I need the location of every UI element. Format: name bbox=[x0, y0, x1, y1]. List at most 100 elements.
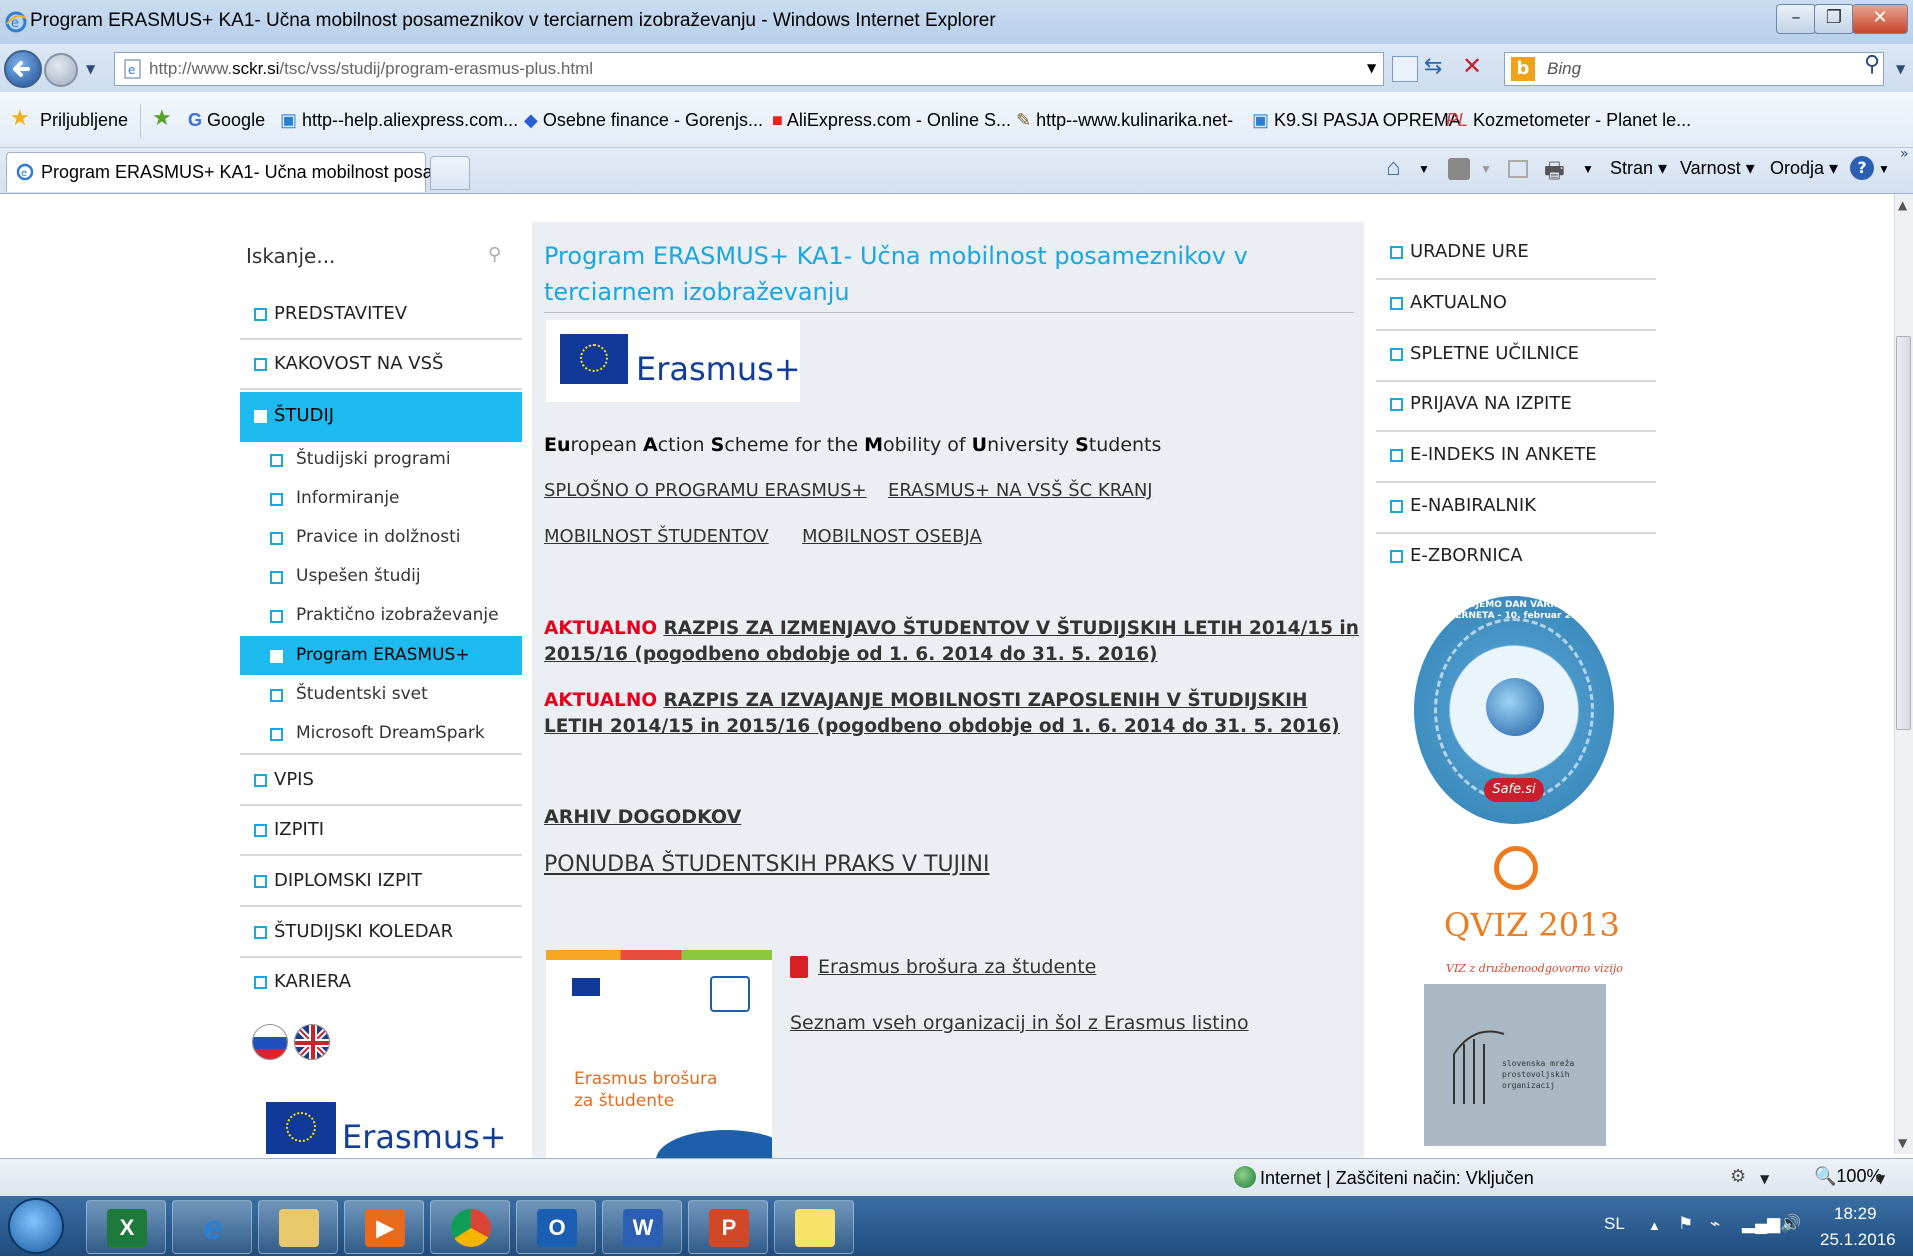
favorite-osebne-finance[interactable]: ◆ Osebne finance - Gorenjs... bbox=[524, 110, 763, 131]
sidebar-subitem-studijski-programi[interactable]: Študijski programi bbox=[240, 440, 522, 479]
site-search-input[interactable]: Iskanje... ⚲ bbox=[240, 240, 512, 276]
explorer-taskbar-button[interactable] bbox=[258, 1200, 338, 1254]
help-dropdown-icon[interactable]: ▼ bbox=[1878, 162, 1890, 176]
action-center-icon[interactable]: ⚑ bbox=[1678, 1214, 1693, 1234]
dropdown-icon[interactable]: ▼ bbox=[1760, 1172, 1769, 1186]
print-icon[interactable]: 🖶 bbox=[1544, 154, 1565, 192]
minimize-button[interactable]: – bbox=[1776, 4, 1816, 34]
right-item-spletne-ucilnice[interactable]: SPLETNE UČILNICE bbox=[1376, 332, 1656, 382]
right-item-e-indeks[interactable]: E-INDEKS IN ANKETE bbox=[1376, 433, 1656, 483]
sidebar-erasmus-logo[interactable]: Erasmus+ bbox=[264, 1100, 504, 1154]
internet-explorer-taskbar-button[interactable]: e bbox=[172, 1200, 252, 1254]
language-indicator[interactable]: SL bbox=[1604, 1214, 1625, 1234]
qviz-title[interactable]: QVIZ 2013 bbox=[1444, 906, 1620, 944]
volunteer-network-logo[interactable]: slovenska mreža prostovoljskih organizac… bbox=[1424, 984, 1606, 1146]
right-item-uradne-ure[interactable]: URADNE URE bbox=[1376, 230, 1656, 280]
powerpoint-taskbar-button[interactable]: P bbox=[688, 1200, 768, 1254]
popup-blocker-icon[interactable]: ⚙ bbox=[1730, 1166, 1746, 1187]
link-archive[interactable]: ARHIV DOGODKOV bbox=[544, 806, 741, 828]
menu-safety[interactable]: Varnost ▾ bbox=[1680, 158, 1755, 179]
show-hidden-icons-icon[interactable]: ▲ bbox=[1648, 1218, 1661, 1233]
safer-internet-day-badge[interactable]: Safe.si PRAZNUJEMO DAN VARNE RABE INTERN… bbox=[1414, 596, 1614, 824]
menu-page[interactable]: Stran ▾ bbox=[1610, 158, 1667, 179]
add-favorite-icon[interactable]: ★ bbox=[152, 106, 172, 131]
sidebar-item-vpis[interactable]: VPIS bbox=[240, 756, 522, 806]
right-item-aktualno[interactable]: AKTUALNO bbox=[1376, 281, 1656, 331]
sidebar-subitem-informiranje[interactable]: Informiranje bbox=[240, 479, 522, 518]
search-box[interactable]: b Bing bbox=[1504, 52, 1884, 86]
address-dropdown-icon[interactable]: ▼ bbox=[1367, 61, 1376, 75]
qviz-logo-icon[interactable] bbox=[1494, 846, 1538, 890]
sidebar-item-studij[interactable]: ŠTUDIJ bbox=[240, 392, 522, 442]
forward-button[interactable] bbox=[44, 53, 78, 87]
outlook-taskbar-button[interactable]: O bbox=[516, 1200, 596, 1254]
sidebar-item-izpiti[interactable]: IZPITI bbox=[240, 806, 522, 856]
news-item[interactable]: AKTUALNO RAZPIS ZA IZVAJANJE MOBILNOSTI … bbox=[544, 688, 1364, 740]
security-zone-text[interactable]: Internet | Zaščiteni način: Vključen bbox=[1260, 1168, 1534, 1189]
feeds-dropdown-icon[interactable]: ▼ bbox=[1480, 162, 1492, 176]
menu-tools[interactable]: Orodja ▾ bbox=[1770, 158, 1838, 179]
close-button[interactable]: ✕ bbox=[1852, 4, 1908, 34]
scrollbar-thumb[interactable] bbox=[1896, 336, 1911, 730]
back-button[interactable] bbox=[4, 50, 42, 88]
power-icon[interactable]: ⌁ bbox=[1710, 1214, 1720, 1234]
zoom-level[interactable]: 🔍100% bbox=[1814, 1166, 1882, 1187]
sidebar-subitem-studentski-svet[interactable]: Študentski svet bbox=[240, 675, 522, 714]
help-icon[interactable]: ? bbox=[1850, 156, 1874, 180]
right-item-prijava-na-izpite[interactable]: PRIJAVA NA IZPITE bbox=[1376, 382, 1656, 432]
maximize-button[interactable]: ❐ bbox=[1814, 4, 1854, 34]
print-dropdown-icon[interactable]: ▼ bbox=[1582, 162, 1594, 176]
link-general-erasmus[interactable]: SPLOŠNO O PROGRAMU ERASMUS+ bbox=[544, 480, 867, 501]
clock-date[interactable]: 25.1.2016 bbox=[1820, 1230, 1896, 1250]
address-bar[interactable]: e http://www.sckr.si/tsc/vss/studij/prog… bbox=[114, 52, 1384, 86]
search-icon[interactable]: ⚲ bbox=[1864, 52, 1880, 77]
slovenian-flag-icon[interactable] bbox=[252, 1024, 288, 1060]
favorite-kozmetometer[interactable]: PL Kozmetometer - Planet le... bbox=[1446, 110, 1691, 131]
favorite-k9[interactable]: ▣ K9.SI PASJA OPREMA bbox=[1252, 110, 1461, 131]
new-tab-button[interactable] bbox=[430, 156, 470, 190]
favorite-aliexpress[interactable]: ■ AliExpress.com - Online S... bbox=[772, 110, 1011, 131]
favorite-kulinarika[interactable]: ✎ http--www.kulinarika.net- bbox=[1016, 110, 1233, 131]
media-taskbar-button[interactable]: ▶ bbox=[344, 1200, 424, 1254]
network-icon[interactable]: ▂▄▆ bbox=[1742, 1214, 1780, 1234]
sidebar-subitem-pravice[interactable]: Pravice in dolžnosti bbox=[240, 518, 522, 557]
sidebar-subitem-uspesen-studij[interactable]: Uspešen študij bbox=[240, 557, 522, 596]
sidebar-item-kariera[interactable]: KARIERA bbox=[240, 958, 522, 1008]
compatibility-view-icon[interactable] bbox=[1392, 56, 1418, 82]
clock-time[interactable]: 18:29 bbox=[1834, 1204, 1877, 1224]
right-item-e-nabiralnik[interactable]: E-NABIRALNIK bbox=[1376, 484, 1656, 534]
chrome-taskbar-button[interactable] bbox=[430, 1200, 510, 1254]
recent-pages-dropdown-icon[interactable]: ▼ bbox=[86, 62, 95, 76]
sidebar-item-diplomski-izpit[interactable]: DIPLOMSKI IZPIT bbox=[240, 857, 522, 907]
link-staff-mobility[interactable]: MOBILNOST OSEBJA bbox=[802, 526, 982, 547]
zoom-dropdown-icon[interactable]: ▼ bbox=[1876, 1172, 1885, 1186]
favorite-google[interactable]: G Google bbox=[188, 110, 265, 131]
sidebar-subitem-prakticno[interactable]: Praktično izobraževanje bbox=[240, 596, 522, 635]
home-icon[interactable]: ⌂ bbox=[1386, 154, 1401, 182]
refresh-icon[interactable]: ⇆ bbox=[1424, 54, 1442, 79]
volume-icon[interactable]: 🔊 bbox=[1780, 1214, 1801, 1234]
link-internship-offer[interactable]: PONUDBA ŠTUDENTSKIH PRAKS V TUJINI bbox=[544, 852, 989, 877]
search-icon[interactable]: ⚲ bbox=[488, 244, 501, 265]
word-taskbar-button[interactable]: W bbox=[602, 1200, 682, 1254]
start-button[interactable] bbox=[8, 1198, 64, 1254]
link-erasmus-at-school[interactable]: ERASMUS+ NA VSŠ ŠC KRANJ bbox=[888, 480, 1153, 501]
feeds-icon[interactable] bbox=[1448, 158, 1470, 180]
favorite-aliexpress-help[interactable]: ▣ http--help.aliexpress.com... bbox=[280, 110, 518, 131]
sidebar-subitem-erasmus[interactable]: Program ERASMUS+ bbox=[240, 636, 522, 675]
sticky-notes-taskbar-button[interactable] bbox=[774, 1200, 854, 1254]
english-flag-icon[interactable] bbox=[294, 1024, 330, 1060]
favorites-label[interactable]: Priljubljene bbox=[40, 110, 128, 131]
link-brochure[interactable]: Erasmus brošura za študente bbox=[818, 956, 1096, 978]
stop-icon[interactable]: ✕ bbox=[1462, 52, 1482, 80]
sidebar-item-studijski-koledar[interactable]: ŠTUDIJSKI KOLEDAR bbox=[240, 908, 522, 958]
search-options-icon[interactable]: ▼ bbox=[1896, 62, 1905, 76]
sidebar-item-kakovost[interactable]: KAKOVOST NA VSŠ bbox=[240, 340, 522, 390]
right-item-e-zbornica[interactable]: E-ZBORNICA bbox=[1376, 534, 1656, 584]
tab-erasmus[interactable]: e Program ERASMUS+ KA1- Učna mobilnost p… bbox=[6, 152, 448, 192]
sidebar-item-predstavitev[interactable]: PREDSTAVITEV bbox=[240, 290, 522, 340]
scroll-up-icon[interactable]: ▲ bbox=[1898, 198, 1907, 212]
mail-icon[interactable] bbox=[1508, 160, 1528, 178]
home-dropdown-icon[interactable]: ▼ bbox=[1418, 162, 1430, 176]
scroll-down-icon[interactable]: ▼ bbox=[1898, 1136, 1907, 1150]
